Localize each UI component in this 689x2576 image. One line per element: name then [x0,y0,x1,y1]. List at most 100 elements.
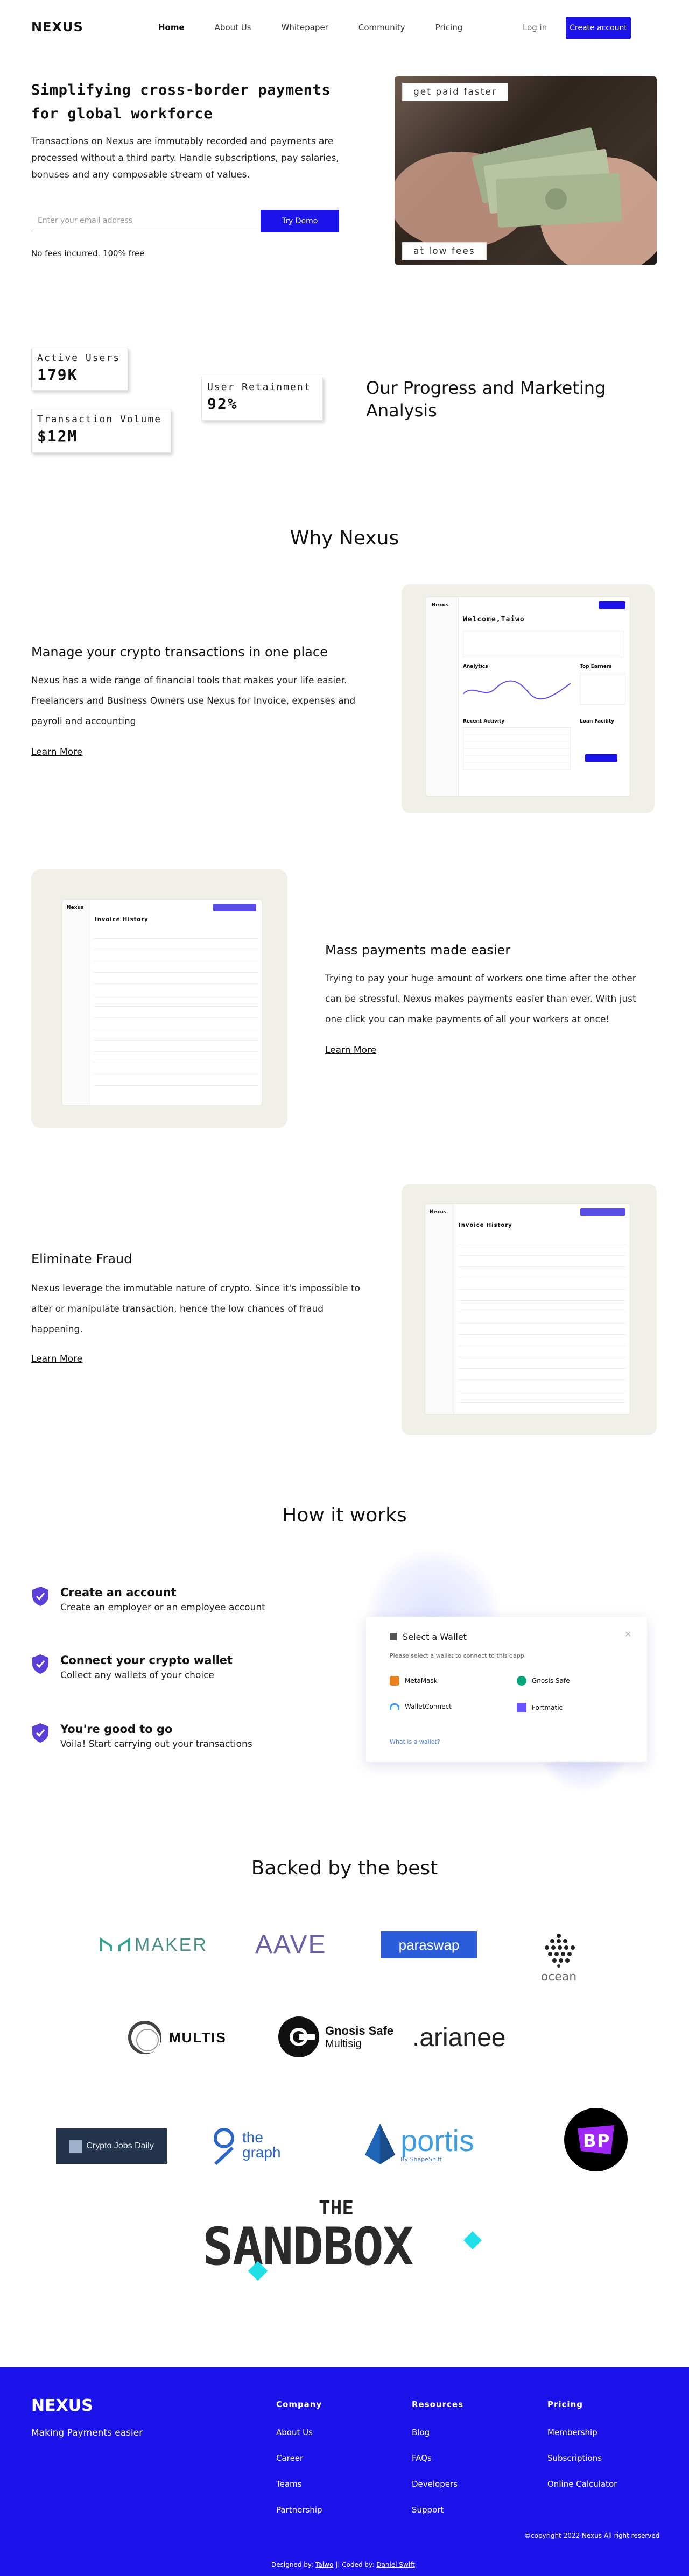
metamask-icon [390,1676,399,1686]
active-users-value: 179K [37,366,78,384]
wallet-option-label: WalletConnect [405,1703,452,1710]
mock-user-badge [599,601,625,609]
main-nav: Home About Us Whitepaper Community Prici… [158,23,493,32]
footer-link[interactable]: Partnership [276,2505,322,2515]
progress-heading: Our Progress and Marketing Analysis [366,378,606,421]
nav-pricing[interactable]: Pricing [435,23,463,32]
mock-analytics: Analytics [463,664,488,669]
wallet-option-label: Gnosis Safe [532,1677,570,1685]
footer: NEXUS Making Payments easier Company Abo… [0,2367,689,2576]
login-link[interactable]: Log in [523,23,547,32]
maker-logo: MAKER [100,1931,208,1958]
hero-description: Transactions on Nexus are immutably reco… [31,136,339,180]
multis-ring-icon [128,2021,161,2054]
invoice-mock: Nexus Invoice History [62,900,262,1105]
logo[interactable]: NEXUS [31,19,83,34]
mock-invoice-title: Invoice History [95,917,149,923]
footer-link[interactable]: Career [276,2453,303,2463]
retention-value: 92% [207,395,238,413]
create-account-button[interactable]: Create account [566,17,631,39]
mock-logo: Nexus [432,603,449,608]
step-title: Connect your crypto wallet [60,1654,233,1667]
nav-whitepaper[interactable]: Whitepaper [282,23,328,32]
feature-title: Eliminate Fraud [31,1251,132,1266]
designer-link[interactable]: Taiwo [315,2561,333,2568]
step-subtitle: Create an employer or an employee accoun… [60,1602,265,1613]
aave-logo: AAVE [255,1930,327,1959]
fortmatic-icon [517,1703,526,1712]
volume-card: Transaction Volume $12M [31,409,171,453]
mock-logo: Nexus [430,1209,447,1215]
what-is-wallet-link[interactable]: What is a wallet? [390,1738,440,1745]
portis-mountain-icon [365,2124,395,2164]
nav-community[interactable]: Community [358,23,405,32]
shield-check-icon [32,1723,48,1743]
mock-invoice-table [458,1233,625,1405]
invoice-preview-2: Nexus Invoice History [402,1184,657,1435]
mock-new-invoice [213,904,256,911]
feature-title: Mass payments made easier [325,943,511,958]
invoice-preview: Nexus Invoice History [31,869,287,1128]
wallet-option-metamask[interactable]: MetaMask [390,1676,438,1686]
footer-company-title: Company [276,2400,322,2409]
copyright: ©copyright 2022 Nexus All right reserved [524,2532,660,2539]
retention-label: User Retainment [207,381,311,393]
wallet-subtitle: Please select a wallet to connect to thi… [390,1652,526,1659]
footer-logo[interactable]: NEXUS [31,2396,93,2415]
credits: Designed by: Taiwo || Coded by: Daniel S… [271,2561,415,2568]
try-demo-button[interactable]: Try Demo [261,210,339,232]
volume-label: Transaction Volume [37,414,162,425]
how-it-works-title: How it works [282,1504,407,1526]
mock-recent: Recent Activity [463,719,505,724]
footer-link[interactable]: Online Calculator [547,2479,617,2489]
active-users-card: Active Users 179K [31,348,128,391]
mock-invoice-table [94,928,258,1094]
wallet-option-fortmatic[interactable]: Fortmatic [517,1703,563,1712]
close-icon[interactable]: × [624,1629,631,1639]
step-title: You're good to go [60,1723,173,1736]
ocean-logo: ocean [536,1933,581,1992]
learn-more-link[interactable]: Learn More [31,1354,82,1364]
gnosis-icon [517,1676,526,1686]
gnosis-safe-logo: Gnosis Safe Multisig [278,2015,393,2058]
learn-more-link[interactable]: Learn More [325,1045,376,1056]
email-input[interactable]: Enter your email address [31,210,258,231]
mock-sidebar [425,1204,454,1414]
footer-link[interactable]: Teams [276,2479,301,2489]
footer-link[interactable]: Developers [412,2479,458,2489]
footer-link[interactable]: About Us [276,2428,313,2437]
footer-link[interactable]: Membership [547,2428,597,2437]
retention-card: User Retainment 92% [201,377,323,421]
coder-link[interactable]: Daniel Swift [376,2561,415,2568]
crypto-jobs-daily-logo: Crypto Jobs Daily [56,2128,167,2164]
page: NEXUS Home About Us Whitepaper Community… [0,0,689,2576]
tag-low-fees: at low fees [402,242,487,260]
step-1: Create an account Create an employer or a… [31,1586,265,1613]
mock-welcome: Welcome,Taiwo [463,615,525,624]
feature-title: Manage your crypto transactions in one p… [31,645,328,660]
wallet-option-walletconnect[interactable]: WalletConnect [390,1703,452,1710]
wallet-option-gnosis[interactable]: Gnosis Safe [517,1676,570,1686]
nav-home[interactable]: Home [158,23,185,32]
learn-more-link[interactable]: Learn More [31,747,82,758]
footer-link[interactable]: Support [412,2505,444,2515]
footer-link[interactable]: FAQs [412,2453,432,2463]
wallet-icon [390,1633,397,1640]
nav-about[interactable]: About Us [215,23,251,32]
portis-logo: portis By ShapeShift [364,2120,502,2168]
footer-link[interactable]: Subscriptions [547,2453,602,2463]
volume-value: $12M [37,427,78,445]
mock-recent-table [463,727,571,770]
mock-analytics-chart [463,680,571,700]
multis-logo: MULTIS [127,2019,227,2056]
paraswap-logo: paraswap [381,1931,477,1958]
bp-badge-icon: BP [578,2125,614,2154]
wallet-option-label: Fortmatic [532,1704,563,1711]
dashboard-mock: Nexus Welcome,Taiwo Analytics Top Earner… [426,597,630,796]
sandbox-logo: THE SANDBOX [202,2197,488,2283]
footer-tagline: Making Payments easier [31,2428,143,2438]
maker-mark-icon [100,1937,130,1951]
hero-title: Simplifying cross-border payments for gl… [31,82,331,122]
footer-link[interactable]: Blog [412,2428,430,2437]
tag-get-paid-faster: get paid faster [402,83,508,101]
